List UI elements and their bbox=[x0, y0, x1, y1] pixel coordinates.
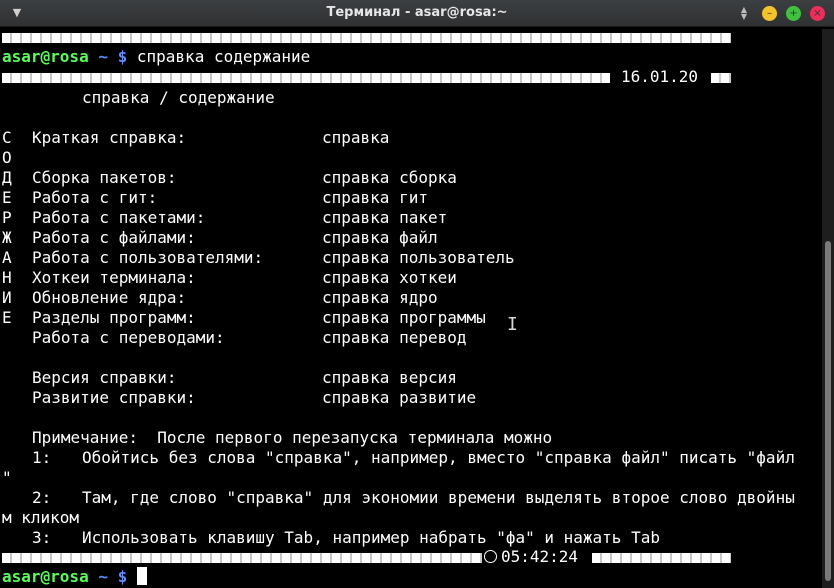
close-icon[interactable]: × bbox=[810, 6, 825, 21]
prompt-path: ~ $ bbox=[98, 47, 128, 66]
row-cmd: справка программы bbox=[322, 308, 486, 327]
note-text: Там, где слово "справка" для экономии вр… bbox=[82, 488, 795, 507]
row-label: Работа с переводами: bbox=[32, 328, 225, 347]
banner-bar-header-left bbox=[2, 73, 610, 83]
side-letter: Р bbox=[2, 208, 12, 227]
row-label: Обновление ядра: bbox=[32, 288, 187, 307]
note-number: 3: bbox=[32, 528, 52, 547]
row-label: Версия справки: bbox=[32, 368, 177, 387]
scroll-arrows-icon[interactable]: ▲ ▼ bbox=[737, 6, 751, 21]
terminal-window: ▼ Терминал - asar@rosa:~ ▲ ▼ – + × asar@r… bbox=[0, 0, 834, 588]
row-cmd: справка пользователь bbox=[322, 248, 515, 267]
scrollbar-thumb[interactable] bbox=[825, 241, 831, 581]
note-text: Обойтись без слова "справка", например, … bbox=[82, 448, 795, 467]
row-cmd: справка гит bbox=[322, 188, 428, 207]
side-letter: Д bbox=[2, 168, 12, 187]
side-letter: Н bbox=[2, 268, 12, 287]
side-letter: Е bbox=[2, 188, 12, 207]
side-letter: Ж bbox=[2, 228, 12, 247]
row-label: Краткая справка: bbox=[32, 128, 187, 147]
row-label: Сборка пакетов: bbox=[32, 168, 177, 187]
text-cursor-ibeam-icon: I bbox=[507, 314, 518, 335]
note-text: Использовать клавишу Tab, например набра… bbox=[82, 528, 660, 547]
row-label: Работа с пользователями: bbox=[32, 248, 264, 267]
row-cmd: справка хоткеи bbox=[322, 268, 457, 287]
row-label: Хоткеи терминала: bbox=[32, 268, 196, 287]
note-wrap: " bbox=[2, 468, 12, 487]
row-cmd: справка bbox=[322, 128, 390, 147]
prompt-line-current[interactable]: asar@rosa ~ $ bbox=[2, 567, 147, 587]
banner-bar-footer-right bbox=[592, 553, 731, 563]
side-letter: Е bbox=[2, 308, 12, 327]
title-bar[interactable]: ▼ Терминал - asar@rosa:~ ▲ ▼ – + × bbox=[0, 0, 834, 27]
side-letter: С bbox=[2, 128, 12, 147]
window-title: Терминал - asar@rosa:~ bbox=[326, 5, 508, 20]
row-label: Работа с пакетами: bbox=[32, 208, 206, 227]
side-letter: О bbox=[2, 148, 12, 167]
row-cmd: справка перевод bbox=[322, 328, 467, 347]
note-number: 1: bbox=[32, 448, 52, 467]
side-letter: А bbox=[2, 248, 12, 267]
note-wrap: м кликом bbox=[2, 508, 80, 527]
footer-time: 05:42:24 bbox=[501, 547, 579, 566]
clock-icon bbox=[484, 550, 497, 563]
note-number: 2: bbox=[32, 488, 52, 507]
row-label: Разделы программ: bbox=[32, 308, 196, 327]
maximize-icon[interactable]: + bbox=[786, 6, 801, 21]
note-title: Примечание: После первого перезапуска те… bbox=[32, 428, 553, 447]
banner-bar-top bbox=[2, 33, 731, 43]
side-letter: И bbox=[2, 288, 12, 307]
prompt-line: asar@rosa ~ $ справка содержание bbox=[2, 47, 310, 67]
header-date: 16.01.20 bbox=[621, 67, 699, 86]
row-cmd: справка ядро bbox=[322, 288, 438, 307]
scrollbar[interactable] bbox=[822, 29, 834, 588]
prompt-user: asar@rosa bbox=[2, 567, 89, 586]
row-cmd: справка сборка bbox=[322, 168, 457, 187]
banner-bar-footer-left bbox=[2, 553, 482, 563]
minimize-icon[interactable]: – bbox=[762, 6, 777, 21]
command-text: справка содержание bbox=[136, 47, 311, 66]
row-cmd: справка версия bbox=[322, 368, 457, 387]
prompt-path: ~ $ bbox=[98, 567, 128, 586]
row-cmd: справка файл bbox=[322, 228, 438, 247]
terminal-output[interactable]: asar@rosa ~ $ справка содержание 16.01.2… bbox=[0, 29, 822, 588]
footer-time-line: 05:42:24 bbox=[484, 547, 578, 567]
row-label: Развитие справки: bbox=[32, 388, 196, 407]
banner-bar-header-right bbox=[711, 73, 731, 83]
row-cmd: справка развитие bbox=[322, 388, 477, 407]
row-label: Работа с файлами: bbox=[32, 228, 196, 247]
page-heading: справка / содержание bbox=[82, 88, 275, 107]
text-cursor bbox=[136, 567, 147, 585]
prompt-user: asar@rosa bbox=[2, 47, 89, 66]
row-cmd: справка пакет bbox=[322, 208, 448, 227]
row-label: Работа с гит: bbox=[32, 188, 158, 207]
